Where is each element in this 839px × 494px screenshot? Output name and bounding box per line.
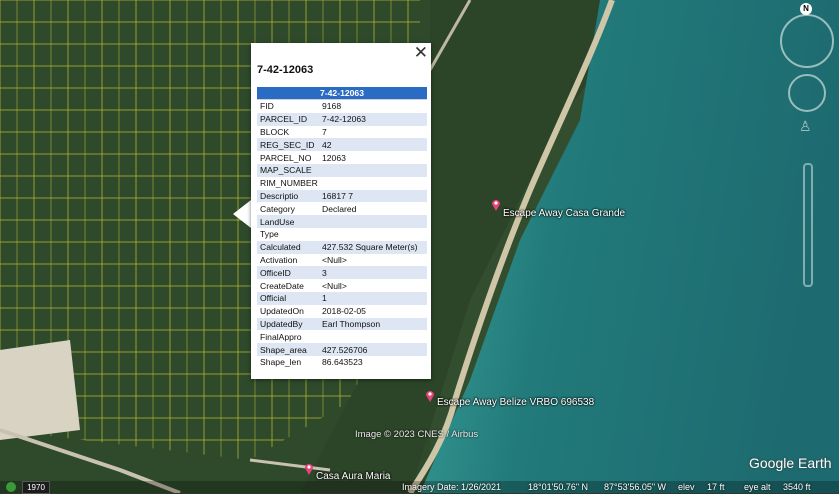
field-value: 86.643523 bbox=[322, 357, 363, 368]
popup-pointer bbox=[233, 200, 251, 228]
field-value: Earl Thompson bbox=[319, 317, 427, 331]
move-joystick[interactable] bbox=[788, 74, 826, 112]
place-marker-icon[interactable] bbox=[304, 462, 314, 475]
table-row: Category Declared bbox=[257, 202, 427, 215]
table-row: UpdatedOn 2018-02-05 bbox=[257, 305, 427, 318]
field-value: 9168 bbox=[322, 101, 342, 112]
parcel-info-popup: ✕ 7-42-12063 7-42-12063 FID 9168 PARCEL_ID… bbox=[251, 43, 431, 379]
field-value bbox=[319, 228, 427, 241]
imagery-date: Imagery Date: 1/26/2021 bbox=[402, 482, 502, 492]
field-name: UpdatedBy bbox=[257, 317, 319, 331]
field-value bbox=[319, 215, 427, 228]
field-name: MAP_SCALE bbox=[257, 163, 319, 177]
field-name: Calculated bbox=[257, 240, 319, 254]
google-earth-logo: Google Earth bbox=[749, 455, 832, 471]
table-row: REG_SEC_ID 42 bbox=[257, 138, 427, 152]
field-name: Official bbox=[257, 291, 319, 305]
field-value: 7 bbox=[322, 126, 327, 137]
longitude: 87°53'56.05" W bbox=[604, 482, 667, 492]
table-row: MAP_SCALE bbox=[257, 163, 427, 177]
field-name: PARCEL_ID bbox=[257, 112, 319, 126]
field-value: 3 bbox=[319, 266, 427, 280]
field-value: <Null> bbox=[322, 254, 347, 265]
elevation-label: elev bbox=[678, 482, 695, 492]
close-icon[interactable]: ✕ bbox=[414, 43, 428, 63]
table-row: Type bbox=[257, 228, 427, 241]
field-value: <Null> bbox=[322, 280, 347, 291]
table-header: 7-42-12063 bbox=[257, 87, 427, 100]
table-row: RIM_NUMBER bbox=[257, 177, 427, 190]
table-row: FID 9168 bbox=[257, 100, 427, 113]
field-value bbox=[319, 177, 427, 190]
place-label-vrbo[interactable]: Escape Away Belize VRBO 696538 bbox=[437, 397, 594, 408]
field-name: REG_SEC_ID bbox=[257, 138, 319, 152]
zoom-slider[interactable] bbox=[803, 163, 813, 287]
field-name: CreateDate bbox=[260, 280, 304, 291]
field-value: Declared bbox=[322, 203, 357, 214]
eye-alt-value: 3540 ft bbox=[783, 482, 811, 492]
table-row: FinalAppro bbox=[257, 330, 427, 343]
compass-north-icon[interactable]: N bbox=[800, 3, 812, 15]
field-name: Shape_area bbox=[257, 343, 319, 356]
field-name: Shape_len bbox=[260, 357, 302, 368]
field-name: FinalAppro bbox=[260, 331, 302, 342]
field-name: Type bbox=[260, 229, 279, 240]
table-row: Activation <Null> bbox=[257, 254, 427, 267]
look-joystick[interactable] bbox=[780, 14, 834, 68]
field-value: 12063 bbox=[322, 152, 346, 163]
field-value: 7-42-12063 bbox=[319, 112, 427, 126]
table-row: PARCEL_ID 7-42-12063 bbox=[257, 112, 427, 126]
table-row: BLOCK 7 bbox=[257, 126, 427, 139]
field-value: 427.526706 bbox=[319, 343, 427, 356]
field-value: 2018-02-05 bbox=[322, 306, 366, 317]
field-name: PARCEL_NO bbox=[260, 152, 312, 163]
place-marker-icon[interactable] bbox=[425, 389, 435, 402]
field-name: UpdatedOn bbox=[260, 306, 304, 317]
field-value: 427.532 Square Meter(s) bbox=[319, 240, 427, 254]
field-value: 42 bbox=[319, 138, 427, 152]
historical-year-badge[interactable]: 1970 bbox=[22, 481, 50, 494]
eye-alt-label: eye alt bbox=[744, 482, 771, 492]
table-row: CreateDate <Null> bbox=[257, 279, 427, 292]
table-row: Descriptio 16817 7 bbox=[257, 189, 427, 203]
historical-imagery-icon[interactable] bbox=[6, 482, 16, 492]
field-name: FID bbox=[260, 101, 274, 112]
field-value: 1 bbox=[319, 291, 427, 305]
field-value bbox=[319, 163, 427, 177]
table-row: OfficeID 3 bbox=[257, 266, 427, 280]
latitude: 18°01'50.76" N bbox=[528, 482, 589, 492]
field-name: Category bbox=[260, 203, 295, 214]
table-row: Official 1 bbox=[257, 291, 427, 305]
table-row: PARCEL_NO 12063 bbox=[257, 151, 427, 164]
imagery-attribution: Image © 2023 CNES / Airbus bbox=[355, 429, 479, 440]
table-row: Calculated 427.532 Square Meter(s) bbox=[257, 240, 427, 254]
field-value bbox=[319, 330, 427, 343]
elevation-value: 17 ft bbox=[707, 482, 725, 492]
place-label-casa-grande[interactable]: Escape Away Casa Grande bbox=[503, 208, 625, 219]
table-row: Shape_area 427.526706 bbox=[257, 343, 427, 356]
field-name: Activation bbox=[260, 254, 298, 265]
field-value: 16817 7 bbox=[319, 189, 427, 203]
table-row: Shape_len 86.643523 bbox=[257, 356, 427, 369]
table-row: LandUse bbox=[257, 215, 427, 228]
street-view-icon[interactable]: ♙ bbox=[799, 118, 812, 144]
field-name: LandUse bbox=[257, 215, 319, 228]
popup-title: 7-42-12063 bbox=[257, 64, 314, 76]
field-name: BLOCK bbox=[260, 126, 290, 137]
field-name: Descriptio bbox=[257, 189, 319, 203]
field-name: OfficeID bbox=[257, 266, 319, 280]
place-marker-icon[interactable] bbox=[491, 198, 501, 211]
attribute-table: 7-42-12063 FID 9168 PARCEL_ID 7-42-12063 BLO… bbox=[257, 87, 427, 369]
table-row: UpdatedBy Earl Thompson bbox=[257, 317, 427, 331]
field-name: RIM_NUMBER bbox=[260, 178, 318, 189]
